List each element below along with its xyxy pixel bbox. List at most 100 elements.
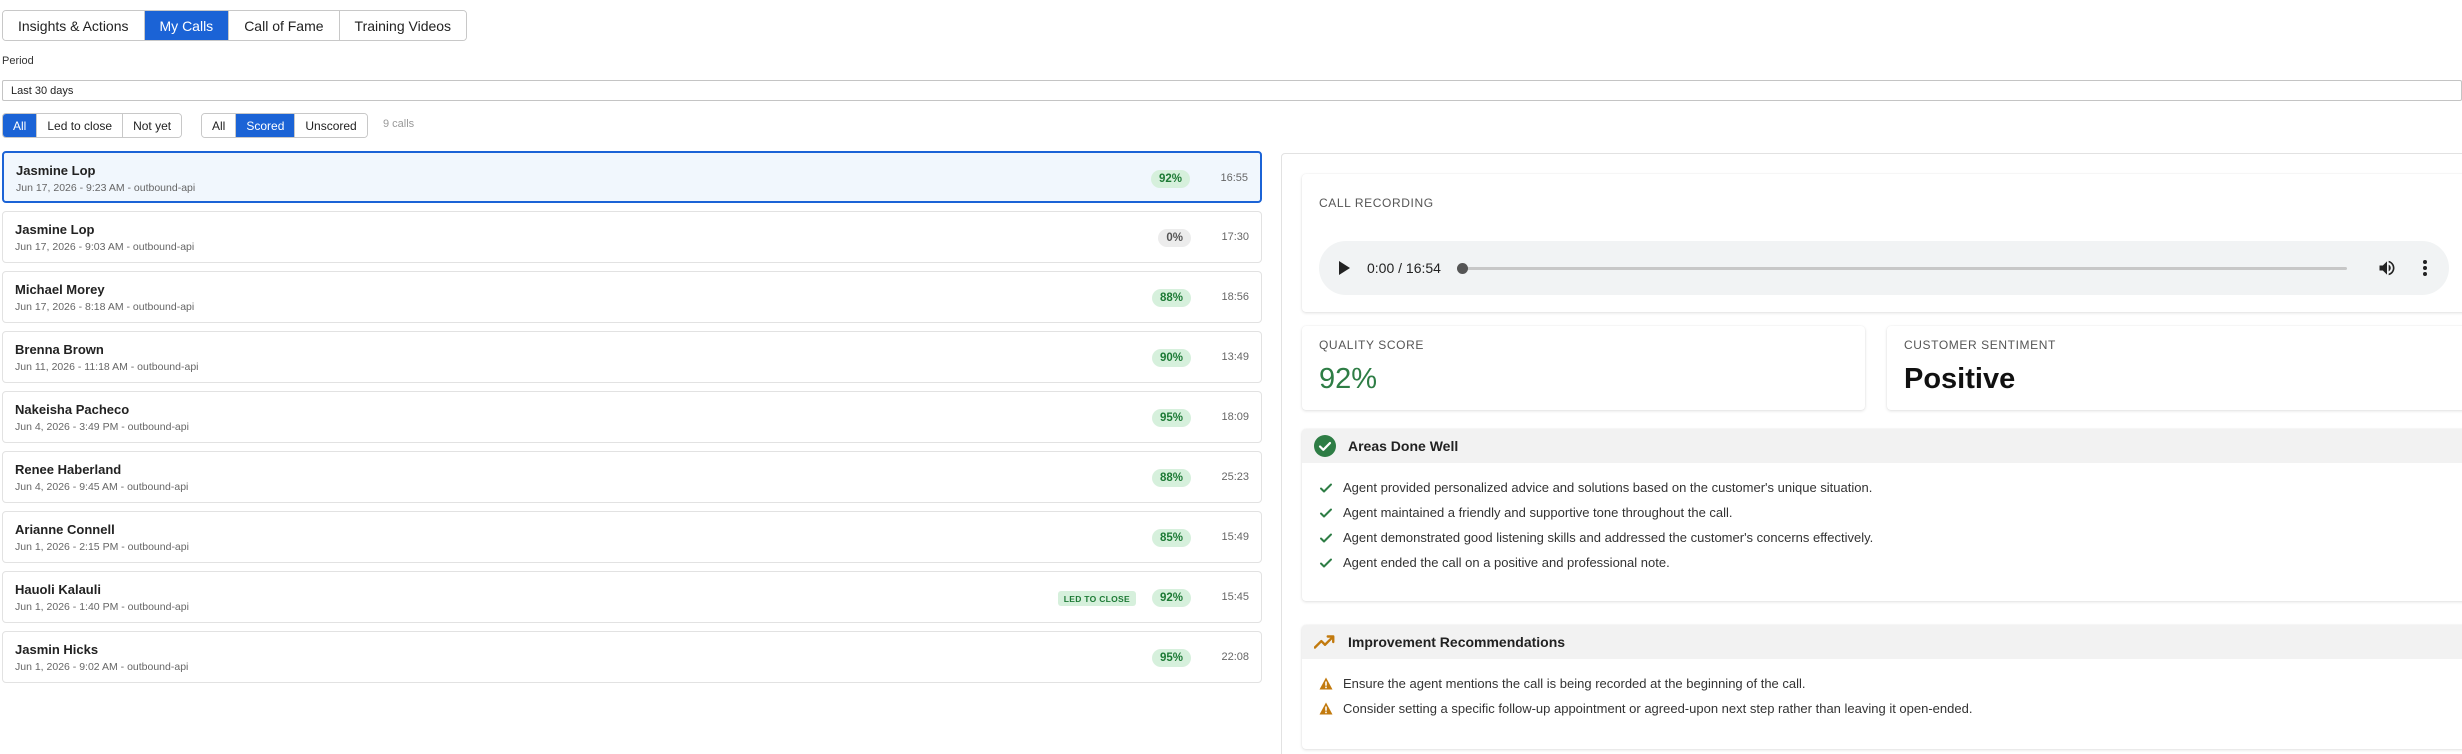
- filter-outcome-all[interactable]: All: [3, 114, 38, 137]
- call-duration: 22:08: [1221, 651, 1249, 663]
- check-icon: [1319, 556, 1333, 570]
- call-name: Jasmin Hicks: [15, 642, 99, 657]
- audio-time: 0:00 / 16:54: [1367, 260, 1441, 276]
- call-name: Brenna Brown: [15, 342, 104, 357]
- list-item-text: Agent maintained a friendly and supporti…: [1343, 505, 1733, 520]
- list-item-text: Ensure the agent mentions the call is be…: [1343, 676, 1806, 691]
- volume-icon[interactable]: [2377, 258, 2397, 278]
- list-item: Agent demonstrated good listening skills…: [1319, 525, 2455, 550]
- trending-up-icon: [1314, 631, 1336, 653]
- main-tabs: Insights & Actions My Calls Call of Fame…: [2, 10, 468, 41]
- check-icon: [1319, 531, 1333, 545]
- call-duration: 25:23: [1221, 471, 1249, 483]
- audio-progress-bar[interactable]: [1457, 267, 2347, 270]
- call-detail-panel: CALL RECORDING 0:00 / 16:54 QUALITY SCOR…: [1281, 153, 2462, 754]
- call-name: Nakeisha Pacheco: [15, 402, 130, 417]
- call-score-badge: 92%: [1150, 170, 1190, 188]
- calls-count: 9 calls: [383, 118, 415, 130]
- call-meta: Jun 4, 2026 - 9:45 AM - outbound-api: [15, 481, 189, 493]
- call-meta: Jun 17, 2026 - 9:03 AM - outbound-api: [15, 241, 195, 253]
- improvement-recommendations-title: Improvement Recommendations: [1348, 634, 1566, 650]
- list-item: Ensure the agent mentions the call is be…: [1319, 671, 2455, 696]
- tab-my-calls[interactable]: My Calls: [144, 11, 230, 40]
- filter-scoring-all[interactable]: All: [202, 114, 237, 137]
- list-item: Consider setting a specific follow-up ap…: [1319, 696, 2455, 721]
- call-meta: Jun 1, 2026 - 1:40 PM - outbound-api: [15, 601, 189, 613]
- check-icon: [1319, 481, 1333, 495]
- call-duration: 16:55: [1220, 172, 1248, 184]
- call-meta: Jun 11, 2026 - 11:18 AM - outbound-api: [15, 361, 199, 373]
- call-meta: Jun 4, 2026 - 3:49 PM - outbound-api: [15, 421, 189, 433]
- call-row[interactable]: Jasmine Lop Jun 17, 2026 - 9:23 AM - out…: [2, 151, 1262, 203]
- audio-player: 0:00 / 16:54: [1319, 241, 2449, 295]
- quality-score-label: QUALITY SCORE: [1319, 338, 1424, 352]
- call-row[interactable]: Arianne Connell Jun 1, 2026 - 2:15 PM - …: [2, 511, 1262, 563]
- call-name: Renee Haberland: [15, 462, 122, 477]
- customer-sentiment-value: Positive: [1904, 363, 2016, 395]
- period-value: Last 30 days: [11, 84, 74, 97]
- check-icon: [1319, 506, 1333, 520]
- call-name: Jasmine Lop: [16, 163, 96, 178]
- call-meta: Jun 17, 2026 - 8:18 AM - outbound-api: [15, 301, 195, 313]
- filter-not-yet[interactable]: Not yet: [123, 114, 182, 137]
- warning-icon: [1319, 702, 1333, 716]
- call-row[interactable]: Nakeisha Pacheco Jun 4, 2026 - 3:49 PM -…: [2, 391, 1262, 443]
- call-meta: Jun 1, 2026 - 9:02 AM - outbound-api: [15, 661, 189, 673]
- call-duration: 18:56: [1221, 291, 1249, 303]
- audio-progress-thumb[interactable]: [1457, 263, 1468, 274]
- filter-led-to-close[interactable]: Led to close: [37, 114, 124, 137]
- tab-training-videos[interactable]: Training Videos: [339, 11, 467, 40]
- call-score-badge: 90%: [1151, 349, 1191, 367]
- filter-unscored[interactable]: Unscored: [295, 114, 367, 137]
- check-circle-icon: [1314, 435, 1336, 457]
- quality-score-value: 92%: [1319, 363, 1378, 395]
- call-row[interactable]: Michael Morey Jun 17, 2026 - 8:18 AM - o…: [2, 271, 1262, 323]
- call-row[interactable]: Jasmine Lop Jun 17, 2026 - 9:03 AM - out…: [2, 211, 1262, 263]
- scoring-filter: All Scored Unscored: [201, 113, 368, 138]
- period-select[interactable]: Last 30 days: [2, 80, 2462, 101]
- play-icon[interactable]: [1339, 261, 1350, 275]
- call-name: Michael Morey: [15, 282, 105, 297]
- improvement-recommendations-card: Improvement Recommendations Ensure the a…: [1302, 625, 2462, 749]
- list-item-text: Agent ended the call on a positive and p…: [1343, 555, 1670, 570]
- call-name: Arianne Connell: [15, 522, 115, 537]
- led-to-close-badge: LED TO CLOSE: [1057, 591, 1136, 606]
- call-name: Jasmine Lop: [15, 222, 95, 237]
- call-duration: 18:09: [1221, 411, 1249, 423]
- warning-icon: [1319, 677, 1333, 691]
- filter-scored[interactable]: Scored: [236, 114, 296, 137]
- call-row[interactable]: Renee Haberland Jun 4, 2026 - 9:45 AM - …: [2, 451, 1262, 503]
- call-duration: 17:30: [1221, 231, 1249, 243]
- call-score-badge: 85%: [1151, 529, 1191, 547]
- call-row[interactable]: Brenna Brown Jun 11, 2026 - 11:18 AM - o…: [2, 331, 1262, 383]
- list-item: Agent provided personalized advice and s…: [1319, 475, 2455, 500]
- call-meta: Jun 1, 2026 - 2:15 PM - outbound-api: [15, 541, 189, 553]
- call-row[interactable]: Hauoli Kalauli Jun 1, 2026 - 1:40 PM - o…: [2, 571, 1262, 623]
- call-score-badge: 88%: [1151, 289, 1191, 307]
- areas-done-well-card: Areas Done Well Agent provided personali…: [1302, 429, 2462, 601]
- areas-done-well-header: Areas Done Well: [1302, 429, 2462, 463]
- tab-call-of-fame[interactable]: Call of Fame: [229, 11, 340, 40]
- call-duration: 15:49: [1221, 531, 1249, 543]
- improvement-recommendations-header: Improvement Recommendations: [1302, 625, 2462, 659]
- improvement-recommendations-list: Ensure the agent mentions the call is be…: [1302, 659, 2462, 733]
- list-item: Agent maintained a friendly and supporti…: [1319, 500, 2455, 525]
- more-options-icon[interactable]: [2417, 258, 2433, 278]
- list-item-text: Consider setting a specific follow-up ap…: [1343, 701, 1973, 716]
- tab-insights-actions[interactable]: Insights & Actions: [3, 11, 145, 40]
- period-label: Period: [2, 55, 34, 67]
- call-row[interactable]: Jasmin Hicks Jun 1, 2026 - 9:02 AM - out…: [2, 631, 1262, 683]
- list-item: Agent ended the call on a positive and p…: [1319, 550, 2455, 575]
- areas-done-well-title: Areas Done Well: [1348, 438, 1459, 454]
- list-item-text: Agent provided personalized advice and s…: [1343, 480, 1873, 495]
- call-duration: 13:49: [1221, 351, 1249, 363]
- call-score-badge: 92%: [1151, 589, 1191, 607]
- call-list: Jasmine Lop Jun 17, 2026 - 9:23 AM - out…: [2, 151, 1262, 691]
- call-duration: 15:45: [1221, 591, 1249, 603]
- call-score-badge: 88%: [1151, 469, 1191, 487]
- call-recording-label: CALL RECORDING: [1319, 196, 1434, 210]
- call-score-badge: 95%: [1151, 649, 1191, 667]
- call-name: Hauoli Kalauli: [15, 582, 101, 597]
- quality-score-card: QUALITY SCORE 92%: [1302, 326, 1865, 410]
- call-meta: Jun 17, 2026 - 9:23 AM - outbound-api: [16, 182, 196, 194]
